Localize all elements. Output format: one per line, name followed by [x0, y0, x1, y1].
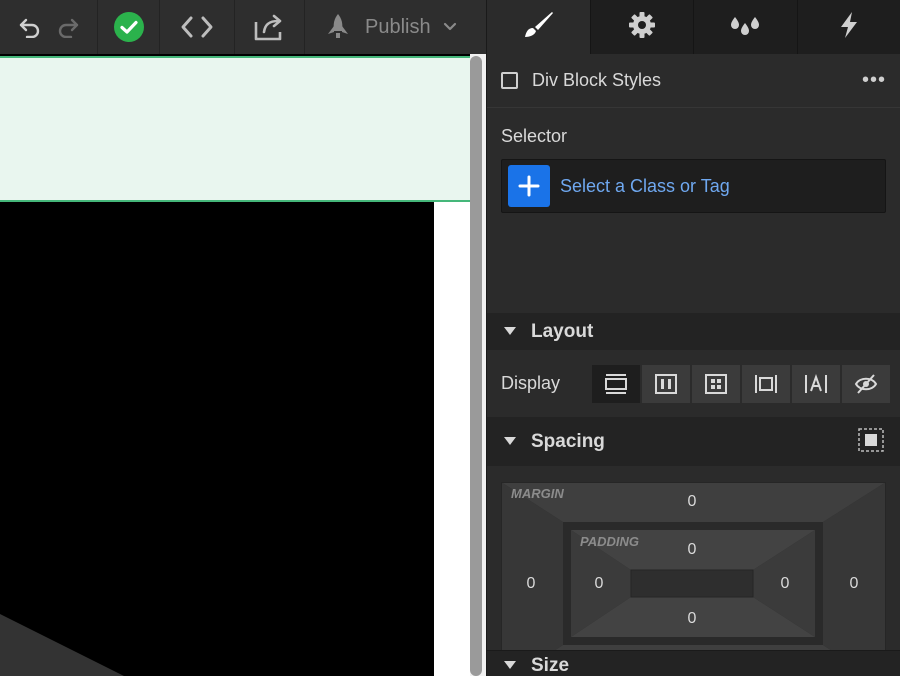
save-status[interactable]: [98, 0, 160, 54]
selector-label: Selector: [501, 126, 568, 146]
caret-down-icon: [503, 433, 517, 451]
styles-title: Div Block Styles: [532, 70, 662, 90]
selector-placeholder: Select a Class or Tag: [560, 175, 730, 196]
spacing-preset-icon[interactable]: [858, 427, 884, 457]
margin-top-value[interactable]: 0: [688, 493, 697, 511]
styles-checkbox[interactable]: [501, 72, 518, 89]
style-panel: Div Block Styles ••• Selector Select a C…: [486, 0, 900, 676]
padding-label: PADDING: [580, 534, 639, 549]
padding-right-value[interactable]: 0: [781, 575, 790, 593]
rocket-icon: [323, 12, 353, 42]
display-grid-button[interactable]: [691, 363, 741, 404]
caret-down-icon: [503, 657, 517, 675]
inline-icon: [805, 373, 827, 393]
display-options: [591, 363, 891, 404]
margin-right-value[interactable]: 0: [850, 575, 859, 593]
grid-icon: [705, 373, 727, 394]
plus-icon: [518, 175, 540, 197]
code-brackets-icon: [179, 15, 215, 39]
tab-style-manager[interactable]: [694, 0, 798, 54]
padding-left-value[interactable]: 0: [595, 575, 604, 593]
page-background-strip: [434, 202, 470, 676]
more-options-icon[interactable]: •••: [862, 69, 886, 92]
spacing-box-model: MARGIN PADDING 0 0 0 0 0 0 0 0: [501, 482, 886, 676]
padding-bottom-value[interactable]: 0: [688, 610, 697, 628]
display-block-button[interactable]: [591, 363, 641, 404]
block-icon: [605, 373, 627, 394]
display-none-button[interactable]: [841, 363, 891, 404]
layout-title: Layout: [531, 321, 594, 342]
canvas-shape: [0, 614, 160, 676]
redo-icon[interactable]: [57, 16, 79, 38]
publish-label: Publish: [365, 15, 431, 38]
add-class-button[interactable]: [508, 165, 550, 207]
selector-input[interactable]: Select a Class or Tag: [501, 159, 886, 213]
panel-tabs: [487, 0, 900, 54]
share-button[interactable]: [235, 0, 305, 54]
lightning-icon: [837, 10, 861, 45]
history-controls: [0, 0, 98, 54]
caret-down-icon: [503, 323, 517, 341]
code-export-button[interactable]: [160, 0, 235, 54]
spacing-title: Spacing: [531, 431, 605, 452]
undo-icon[interactable]: [19, 16, 41, 38]
gear-icon: [627, 10, 657, 45]
publish-button[interactable]: Publish: [305, 0, 486, 54]
display-label: Display: [501, 373, 561, 393]
paintbrush-icon: [521, 10, 555, 45]
layout-section-header[interactable]: Layout: [487, 314, 900, 350]
margin-left-value[interactable]: 0: [527, 575, 536, 593]
styles-header: Div Block Styles •••: [487, 54, 900, 108]
display-flex-button[interactable]: [641, 363, 691, 404]
design-canvas[interactable]: [0, 54, 486, 676]
export-icon: [253, 12, 287, 42]
top-toolbar: Publish: [0, 0, 486, 54]
display-inline-button[interactable]: [791, 363, 841, 404]
display-row: Display: [487, 350, 900, 418]
display-inline-block-button[interactable]: [741, 363, 791, 404]
chevron-down-icon: [443, 22, 457, 32]
inline-block-icon: [755, 374, 777, 393]
check-circle-icon: [113, 11, 145, 43]
flex-icon: [655, 373, 677, 394]
size-title: Size: [531, 654, 570, 676]
margin-label: MARGIN: [511, 486, 564, 501]
spacing-section-header[interactable]: Spacing: [487, 418, 900, 466]
tab-settings[interactable]: [591, 0, 694, 54]
none-icon: [854, 373, 878, 394]
selector-section: Selector Select a Class or Tag: [487, 108, 900, 314]
padding-top-value[interactable]: 0: [688, 541, 697, 559]
tab-style[interactable]: [487, 0, 591, 54]
canvas-scrollbar-thumb[interactable]: [470, 56, 482, 676]
selected-div-block[interactable]: [0, 56, 485, 202]
tab-interactions[interactable]: [798, 0, 900, 54]
drops-icon: [729, 11, 761, 44]
size-section-header[interactable]: Size: [487, 650, 900, 676]
